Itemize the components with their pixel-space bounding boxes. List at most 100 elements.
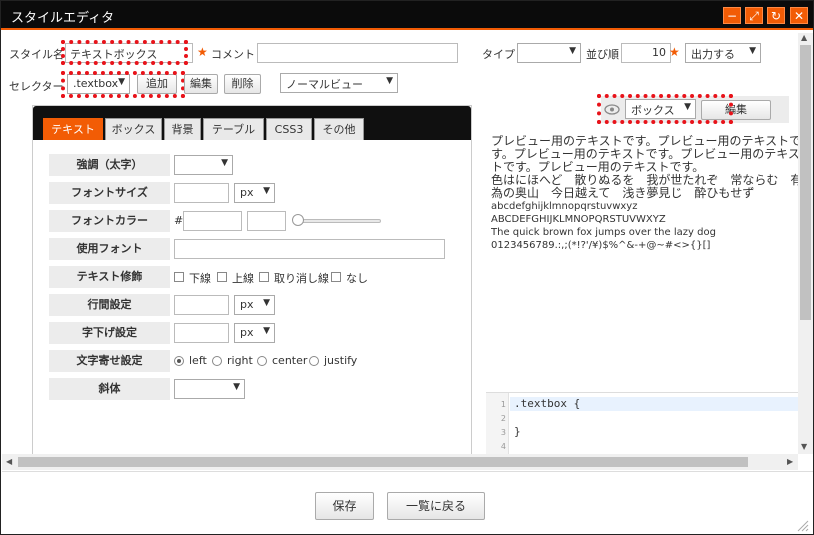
add-selector-button[interactable]: 追加 [137,74,177,94]
code-line: .textbox { [514,397,581,410]
horizontal-scrollbar[interactable]: ◀ ▶ [2,454,798,470]
resize-grip-icon[interactable] [795,518,809,532]
chevron-down-icon: ▼ [263,186,270,196]
opacity-slider-track[interactable] [299,219,381,223]
tab-css3[interactable]: CSS3 [266,118,312,140]
comment-label: コメント [211,48,255,61]
italic-label: 斜体 [49,378,170,400]
bold-select[interactable]: ▼ [174,155,233,175]
align-right-radio[interactable] [212,356,222,366]
view-select[interactable]: ノーマルビュー ▼ [280,73,398,93]
no-decoration-checkbox[interactable] [331,272,341,282]
close-button[interactable]: ✕ [790,7,808,24]
align-justify-label: justify [324,354,358,367]
font-size-unit-value: px [240,186,254,199]
opacity-slider-handle[interactable] [292,214,304,226]
overline-checkbox[interactable] [217,272,227,282]
style-name-input[interactable]: テキストボックス [65,43,193,63]
delete-selector-button[interactable]: 削除 [224,74,261,94]
preview-type-select[interactable]: ボックス ▼ [625,99,696,119]
required-star-icon: ★ [197,45,208,59]
required-star-icon: ★ [669,45,680,59]
font-family-input[interactable] [174,239,445,259]
font-color-label: フォントカラー [49,210,170,232]
tab-bar: テキスト ボックス 背景 テーブル CSS3 その他 [33,106,471,140]
selector-label: セレクター [9,80,64,93]
line-number: 1 [500,400,506,409]
preview-edit-button[interactable]: 編集 [701,100,771,120]
chevron-down-icon: ▼ [749,46,756,56]
line-number: 4 [500,442,506,451]
code-line: } [514,425,521,438]
vertical-scroll-thumb[interactable] [800,45,811,320]
overline-label: 上線 [232,272,254,285]
align-left-radio[interactable] [174,356,184,366]
horizontal-scroll-thumb[interactable] [18,457,748,467]
chevron-down-icon: ▼ [684,102,691,112]
css-code-editor[interactable]: 1 2 3 4 .textbox { } [486,392,798,456]
refresh-button[interactable]: ↻ [767,7,785,24]
preview-line: abcdefghijklmnopqrstuvwxyz [491,201,638,212]
edit-selector-button[interactable]: 編集 [184,74,218,94]
vertical-scrollbar[interactable]: ▲ ▼ [798,33,813,454]
hash-label: # [174,214,184,227]
type-select[interactable]: ▼ [517,43,581,63]
line-height-unit-select[interactable]: px ▼ [234,295,275,315]
indent-unit-value: px [240,326,254,339]
tab-other[interactable]: その他 [314,118,364,140]
indent-unit-select[interactable]: px ▼ [234,323,275,343]
eye-icon[interactable] [604,104,620,115]
font-size-label: フォントサイズ [49,182,170,204]
chevron-down-icon: ▼ [386,76,393,86]
tab-table[interactable]: テーブル [203,118,264,140]
underline-label: 下線 [189,272,211,285]
font-size-input[interactable] [174,183,229,203]
preview-line: 為の奥山 今日越えて 浅き夢見じ 酔ひもせず [491,186,755,200]
align-center-label: center [272,354,308,367]
preview-line: 0123456789.:,;(*!?'/¥)$%^&-+@~#<>{}[] [491,240,711,251]
order-input[interactable]: 10 [621,43,671,63]
save-button[interactable]: 保存 [315,492,374,520]
preview-type-select-value: ボックス [631,104,675,117]
line-number: 3 [500,428,506,437]
scroll-down-arrow-icon[interactable]: ▼ [801,442,807,451]
font-family-label: 使用フォント [49,238,170,260]
chevron-down-icon: ▼ [263,298,270,308]
order-label: 並び順 [586,48,619,61]
align-center-radio[interactable] [257,356,267,366]
underline-checkbox[interactable] [174,272,184,282]
font-opacity-input[interactable] [247,211,286,231]
back-to-list-button[interactable]: 一覧に戻る [387,492,485,520]
align-label: 文字寄せ設定 [49,350,170,372]
line-through-checkbox[interactable] [259,272,269,282]
style-name-label: スタイル名 [9,48,64,61]
line-height-input[interactable] [174,295,229,315]
selector-select[interactable]: .textbox ▼ [67,74,130,94]
minimize-button[interactable]: − [723,7,741,24]
title-bar: スタイルエディタ − ⤢ ↻ ✕ [1,1,813,30]
tab-text[interactable]: テキスト [43,118,103,140]
tab-background[interactable]: 背景 [164,118,201,140]
output-select[interactable]: 出力する ▼ [685,43,761,63]
scroll-right-arrow-icon[interactable]: ▶ [787,457,793,466]
maximize-button[interactable]: ⤢ [745,7,763,24]
align-justify-radio[interactable] [309,356,319,366]
view-select-value: ノーマルビュー [286,78,363,91]
scroll-left-arrow-icon[interactable]: ◀ [6,457,12,466]
window-title: スタイルエディタ [11,11,115,26]
font-size-unit-select[interactable]: px ▼ [234,183,275,203]
align-right-label: right [227,354,253,367]
comment-input[interactable] [257,43,458,63]
indent-label: 字下げ設定 [49,322,170,344]
output-select-value: 出力する [691,48,735,61]
italic-select[interactable]: ▼ [174,379,245,399]
tab-box[interactable]: ボックス [105,118,162,140]
line-number-gutter: 1 2 3 4 [486,393,509,456]
font-color-input[interactable] [183,211,242,231]
decoration-label: テキスト修飾 [49,266,170,288]
no-decoration-label: なし [346,272,368,285]
indent-input[interactable] [174,323,229,343]
bold-label: 強調（太字） [49,154,170,176]
footer-bar: 保存 一覧に戻る [2,471,813,534]
scroll-up-arrow-icon[interactable]: ▲ [801,33,807,42]
